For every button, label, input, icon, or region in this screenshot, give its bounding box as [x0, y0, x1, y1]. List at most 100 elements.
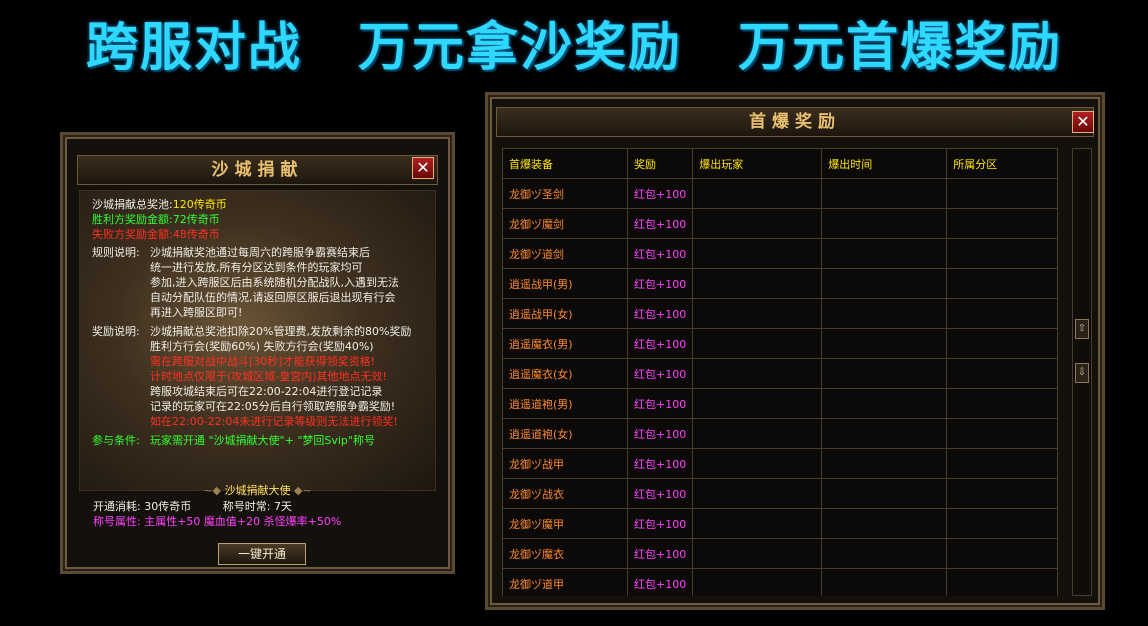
- player-cell: [692, 508, 823, 539]
- equip-cell: 逍遥战甲(男): [502, 268, 628, 299]
- header-zone: 所属分区: [946, 148, 1058, 179]
- pool-row: 沙城捐献总奖池: 120传奇币: [92, 197, 429, 212]
- zone-cell: [946, 268, 1058, 299]
- time-cell: [821, 208, 948, 239]
- first-drop-table-wrap: 首爆装备 奖励 爆出玩家 爆出时间 所属分区 龙御ヅ圣剑 红包+100 龙御ヅ魔剑红…: [502, 148, 1058, 596]
- table-row: 逍遥战甲(女) 红包+100: [502, 298, 1058, 329]
- header-player: 爆出玩家: [692, 148, 823, 179]
- reward-cell: 红包+100: [626, 358, 694, 389]
- winner-row: 胜利方奖励金额: 72传奇币: [92, 212, 429, 227]
- table-row: 龙御ヅ道甲 红包+100: [502, 568, 1058, 596]
- cost-value: 30传奇币: [144, 500, 192, 513]
- table-row: 龙御ヅ战衣 红包+100: [502, 478, 1058, 509]
- time-cell: [821, 298, 948, 329]
- ambassador-title: ~◆ 沙城捐献大使 ◆~: [203, 484, 312, 497]
- equip-cell: 龙御ヅ魔甲: [502, 508, 628, 539]
- donation-close-button[interactable]: ✕: [412, 157, 434, 179]
- player-cell: [692, 358, 823, 389]
- loser-row: 失败方奖励金额: 48传奇币: [92, 227, 429, 242]
- winner-value: 72传奇币: [172, 213, 220, 226]
- table-scrollbar[interactable]: ⇧ ⇩: [1072, 148, 1092, 596]
- reward-text: 沙城捐献总奖池扣除20%管理费,发放剩余的80%奖励 胜利方行会(奖励60%) …: [150, 324, 429, 429]
- loser-value: 48传奇币: [172, 228, 220, 241]
- reward-line: 记录的玩家可在22:05分后自行领取跨服争霸奖励!: [150, 400, 396, 413]
- player-cell: [692, 418, 823, 449]
- donation-panel: 沙城捐献 ✕ 沙城捐献总奖池: 120传奇币 胜利方奖励金额: 72传奇币 失败…: [60, 132, 455, 574]
- time-cell: [821, 238, 948, 269]
- duration-label: 称号时常:: [222, 500, 271, 513]
- time-cell: [821, 328, 948, 359]
- time-cell: [821, 508, 948, 539]
- table-row: 逍遥道袍(女) 红包+100: [502, 418, 1058, 449]
- table-row: 龙御ヅ战甲 红包+100: [502, 448, 1058, 479]
- time-cell: [821, 268, 948, 299]
- reward-cell: 红包+100: [626, 568, 694, 596]
- reward-cell: 红包+100: [626, 178, 694, 209]
- promo-banner: 跨服对战 万元拿沙奖励 万元首爆奖励: [0, 8, 1148, 88]
- reward-cell: 红包+100: [626, 208, 694, 239]
- time-cell: [821, 568, 948, 596]
- reward-cell: 红包+100: [626, 418, 694, 449]
- reward-line: 跨服攻城结束后可在22:00-22:04进行登记记录: [150, 385, 383, 398]
- zone-cell: [946, 298, 1058, 329]
- equip-cell: 逍遥魔衣(男): [502, 328, 628, 359]
- equip-cell: 龙御ヅ道剑: [502, 238, 628, 269]
- player-cell: [692, 178, 823, 209]
- winner-label: 胜利方奖励金额:: [92, 213, 173, 226]
- time-cell: [821, 538, 948, 569]
- open-title-button[interactable]: 一键开通: [218, 543, 306, 565]
- banner-text-cross-server: 跨服对战: [85, 17, 302, 78]
- equip-cell: 龙御ヅ道甲: [502, 568, 628, 596]
- reward-line: 沙城捐献总奖池扣除20%管理费,发放剩余的80%奖励: [150, 325, 412, 338]
- attr-value: 主属性+50 魔血值+20 杀怪爆率+50%: [144, 515, 342, 528]
- donation-info: 沙城捐献总奖池: 120传奇币 胜利方奖励金额: 72传奇币 失败方奖励金额: …: [79, 190, 436, 491]
- reward-cell: 红包+100: [626, 268, 694, 299]
- equip-cell: 龙御ヅ战衣: [502, 478, 628, 509]
- table-row: 龙御ヅ道剑 红包+100: [502, 238, 1058, 269]
- player-cell: [692, 208, 823, 239]
- first-drop-table: 首爆装备 奖励 爆出玩家 爆出时间 所属分区 龙御ヅ圣剑 红包+100 龙御ヅ魔剑红…: [502, 148, 1058, 596]
- time-cell: [821, 178, 948, 209]
- loser-label: 失败方奖励金额:: [92, 228, 173, 241]
- player-cell: [692, 328, 823, 359]
- first-drop-panel: 首爆奖励 ✕ 首爆装备 奖励 爆出玩家 爆出时间 所属分区 龙御ヅ圣剑 红包+10…: [485, 92, 1105, 610]
- condition-label: 参与条件:: [92, 434, 140, 447]
- player-cell: [692, 538, 823, 569]
- reward-cell: 红包+100: [626, 388, 694, 419]
- equip-cell: 逍遥道袍(女): [502, 418, 628, 449]
- reward-line: 胜利方行会(奖励60%) 失败方行会(奖励40%): [150, 340, 374, 353]
- zone-cell: [946, 418, 1058, 449]
- reward-label: 奖励说明:: [92, 325, 140, 338]
- zone-cell: [946, 508, 1058, 539]
- table-row: 龙御ヅ魔甲 红包+100: [502, 508, 1058, 539]
- rules-label: 规则说明:: [92, 246, 140, 259]
- header-equip: 首爆装备: [502, 148, 628, 179]
- header-reward: 奖励: [626, 148, 694, 179]
- scroll-up-button[interactable]: ⇧: [1075, 319, 1089, 339]
- player-cell: [692, 478, 823, 509]
- equip-cell: 龙御ヅ魔衣: [502, 538, 628, 569]
- time-cell: [821, 358, 948, 389]
- zone-cell: [946, 448, 1058, 479]
- rules-line: 统一进行发放,所有分区达到条件的玩家均可: [150, 261, 363, 274]
- time-cell: [821, 478, 948, 509]
- rules-line: 再进入跨服区即可!: [150, 306, 243, 319]
- table-row: 逍遥战甲(男) 红包+100: [502, 268, 1058, 299]
- time-cell: [821, 448, 948, 479]
- table-row: 逍遥魔衣(女) 红包+100: [502, 358, 1058, 389]
- equip-cell: 龙御ヅ战甲: [502, 448, 628, 479]
- reward-warning-line: 计时地点仅限于(攻城区域-皇宫内)其他地点无效!: [150, 370, 387, 383]
- scroll-down-button[interactable]: ⇩: [1075, 363, 1089, 383]
- reward-warning-line: 需在跨服对战中战斗[30秒]才能获得领奖资格!: [150, 355, 375, 368]
- first-drop-panel-title: 首爆奖励: [496, 107, 1094, 137]
- reward-cell: 红包+100: [626, 478, 694, 509]
- zone-cell: [946, 538, 1058, 569]
- first-drop-close-button[interactable]: ✕: [1072, 111, 1094, 133]
- donation-panel-title: 沙城捐献: [77, 155, 438, 185]
- attr-label: 称号属性:: [93, 515, 141, 528]
- rules-text: 沙城捐献奖池通过每周六的跨服争霸赛结束后 统一进行发放,所有分区达到条件的玩家均…: [150, 245, 429, 320]
- reward-cell: 红包+100: [626, 448, 694, 479]
- equip-cell: 逍遥战甲(女): [502, 298, 628, 329]
- zone-cell: [946, 388, 1058, 419]
- reward-section: 奖励说明: 沙城捐献总奖池扣除20%管理费,发放剩余的80%奖励 胜利方行会(奖…: [92, 324, 429, 429]
